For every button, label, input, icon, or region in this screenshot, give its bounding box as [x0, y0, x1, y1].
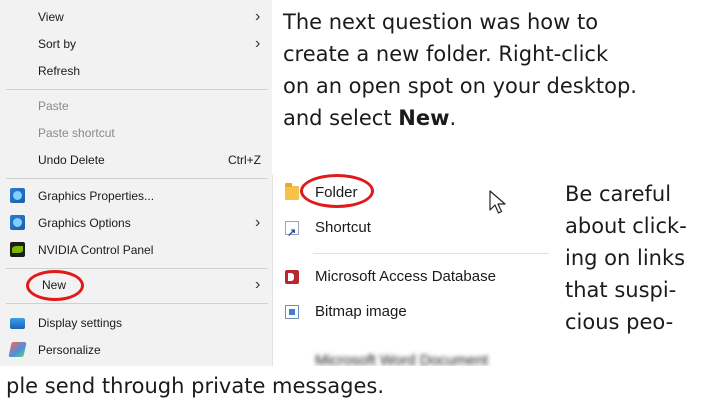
text-line: that suspi-	[565, 278, 677, 302]
mouse-cursor-icon	[489, 190, 506, 214]
chevron-right-icon: ›	[255, 35, 261, 52]
menu-separator	[6, 89, 268, 90]
chevron-right-icon: ›	[255, 276, 261, 293]
folder-icon	[285, 183, 299, 200]
menu-item-label: NVIDIA Control Panel	[38, 243, 154, 257]
warning-paragraph: Be careful about click- ing on links tha…	[565, 178, 687, 338]
submenu-item-label: Bitmap image	[315, 303, 407, 320]
menu-item-graphics-properties[interactable]: Graphics Properties...	[0, 183, 272, 209]
menu-item-graphics-options[interactable]: Graphics Options ›	[0, 210, 272, 236]
submenu-item-bitmap-image[interactable]: Bitmap image	[273, 297, 553, 327]
menu-item-label: Sort by	[38, 37, 77, 51]
submenu-item-label: Folder	[315, 184, 358, 201]
menu-item-label: Graphics Properties...	[38, 189, 155, 203]
menu-item-nvidia-control-panel[interactable]: NVIDIA Control Panel	[0, 237, 272, 263]
shortcut-icon	[285, 218, 299, 248]
menu-item-label: View	[38, 10, 64, 24]
text-line: ing on links	[565, 246, 686, 270]
personalize-icon	[8, 342, 27, 357]
display-icon	[10, 318, 25, 329]
submenu-item-access-database[interactable]: Microsoft Access Database	[273, 262, 553, 292]
text-line: cious peo-	[565, 310, 674, 334]
nvidia-icon	[10, 242, 25, 257]
menu-item-label: Personalize	[38, 343, 101, 357]
menu-item-label: Undo Delete	[38, 153, 105, 167]
chevron-right-icon: ›	[255, 214, 261, 231]
submenu-item-label: Shortcut	[315, 219, 371, 236]
menu-item-view[interactable]: View ›	[0, 4, 272, 30]
menu-item-undo-delete[interactable]: Undo Delete Ctrl+Z	[0, 147, 272, 173]
menu-separator	[6, 268, 268, 269]
access-icon	[285, 270, 299, 284]
text-line: Be careful	[565, 182, 672, 206]
menu-item-new[interactable]: New ›	[0, 272, 272, 298]
submenu-item-label: Microsoft Word Document	[315, 352, 489, 366]
graphics-icon	[10, 215, 25, 230]
menu-item-paste[interactable]: Paste	[0, 93, 272, 119]
instruction-paragraph: The next question was how to create a ne…	[283, 6, 637, 134]
menu-separator	[6, 178, 268, 179]
graphics-icon	[10, 188, 25, 203]
submenu-item-folder[interactable]: Folder	[273, 178, 553, 208]
bitmap-icon	[285, 305, 299, 319]
menu-separator	[6, 303, 268, 304]
menu-item-label: New	[42, 278, 67, 292]
menu-item-paste-shortcut[interactable]: Paste shortcut	[0, 120, 272, 146]
text-fragment: and select	[283, 106, 399, 130]
text-line: create a new folder. Right-click	[283, 42, 609, 66]
text-line: on an open spot on your desktop.	[283, 74, 637, 98]
menu-item-refresh[interactable]: Refresh	[0, 58, 272, 84]
text-line: The next question was how to	[283, 10, 599, 34]
menu-item-display-settings[interactable]: Display settings	[0, 310, 272, 336]
text-line: about click-	[565, 214, 687, 238]
menu-item-label: Refresh	[38, 64, 81, 78]
new-submenu: Folder Shortcut Microsoft Access Databas…	[272, 175, 553, 366]
text-line: and select New.	[283, 102, 637, 134]
menu-separator	[313, 253, 549, 254]
chevron-right-icon: ›	[255, 8, 261, 25]
menu-item-label: Graphics Options	[38, 216, 131, 230]
menu-item-shortcut: Ctrl+Z	[228, 153, 261, 167]
menu-item-personalize[interactable]: Personalize	[0, 337, 272, 363]
menu-item-label: Paste shortcut	[38, 126, 115, 140]
menu-item-label: Paste	[38, 99, 69, 113]
text-line: ple send through private messages.	[6, 374, 385, 398]
submenu-item-word-document[interactable]: Microsoft Word Document	[273, 352, 553, 366]
menu-item-label: Display settings	[38, 316, 123, 330]
submenu-item-shortcut[interactable]: Shortcut	[273, 213, 553, 248]
text-fragment: .	[449, 106, 457, 130]
bold-new: New	[398, 106, 450, 130]
warning-paragraph-end: ple send through private messages.	[6, 370, 384, 402]
submenu-item-label: Microsoft Access Database	[315, 268, 496, 285]
menu-item-sort-by[interactable]: Sort by ›	[0, 31, 272, 57]
desktop-context-menu: View › Sort by › Refresh Paste Paste sho…	[0, 0, 272, 366]
